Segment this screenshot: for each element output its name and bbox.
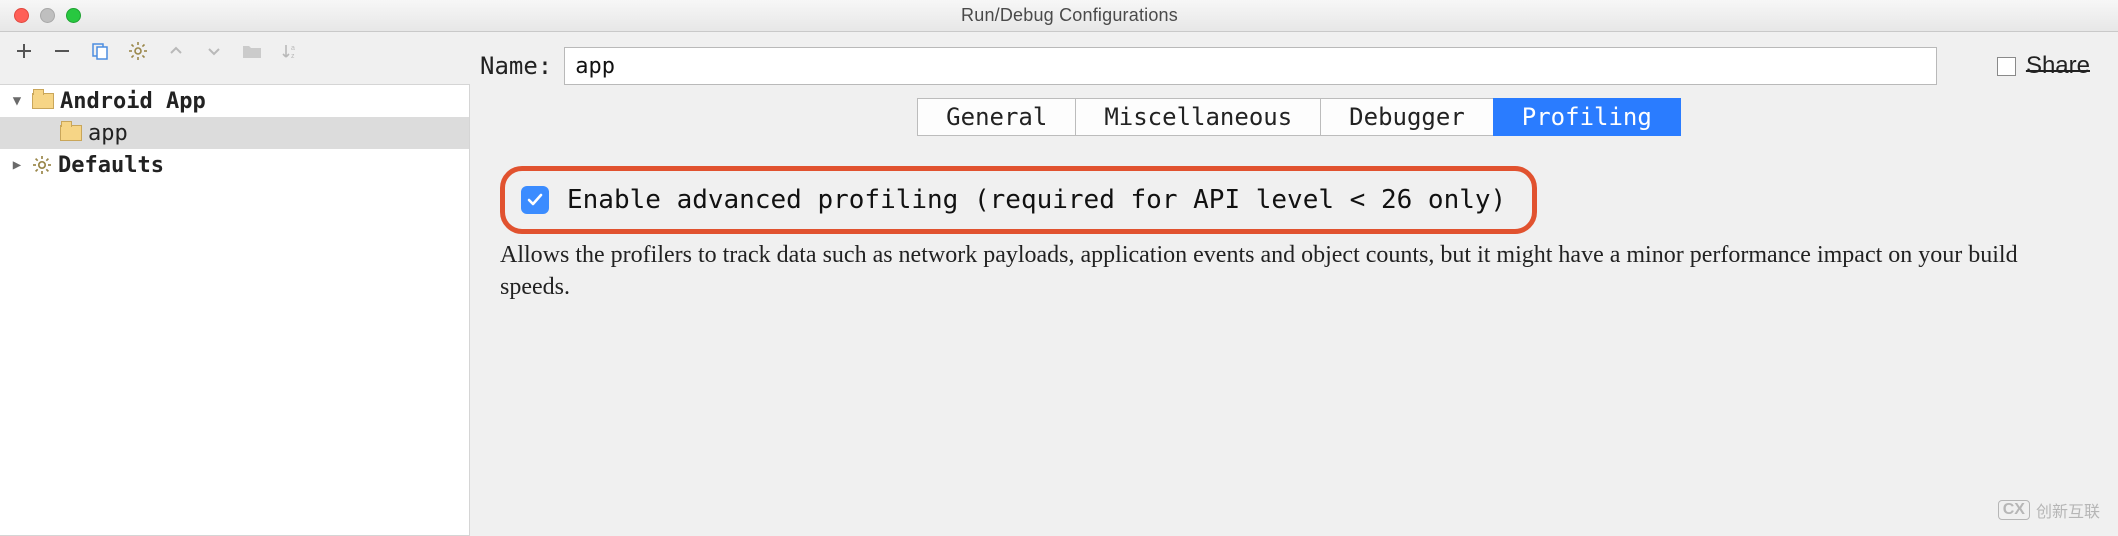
chevron-right-icon[interactable]: ▶	[8, 157, 26, 173]
up-button[interactable]	[164, 39, 188, 63]
minimize-icon[interactable]	[40, 8, 55, 23]
tree-item-label: Android App	[60, 89, 206, 114]
remove-button[interactable]	[50, 39, 74, 63]
svg-text:z: z	[291, 53, 295, 60]
tree-item-android-app[interactable]: ▼ Android App	[0, 85, 469, 117]
tab-label: Miscellaneous	[1104, 103, 1292, 131]
folder-icon	[32, 93, 54, 109]
profiling-description: Allows the profilers to track data such …	[500, 240, 2020, 303]
name-input[interactable]	[564, 47, 1937, 85]
watermark-badge: CX	[1998, 500, 2030, 520]
tab-debugger[interactable]: Debugger	[1320, 98, 1493, 136]
tab-general[interactable]: General	[917, 98, 1075, 136]
window-controls	[0, 8, 81, 23]
tree-item-defaults[interactable]: ▶ Defaults	[0, 149, 469, 181]
titlebar: Run/Debug Configurations	[0, 0, 2118, 32]
share-label: Share	[2026, 52, 2090, 80]
tab-label: Profiling	[1522, 103, 1652, 131]
down-button[interactable]	[202, 39, 226, 63]
watermark: CX 创新互联	[1998, 498, 2100, 522]
tab-profiling[interactable]: Profiling	[1493, 98, 1681, 136]
sort-button[interactable]: az	[278, 39, 302, 63]
enable-profiling-checkbox[interactable]	[521, 186, 549, 214]
tab-label: General	[946, 103, 1047, 131]
tab-label: Debugger	[1349, 103, 1465, 131]
copy-button[interactable]	[88, 39, 112, 63]
chevron-down-icon[interactable]: ▼	[8, 93, 26, 109]
settings-button[interactable]	[126, 39, 150, 63]
config-content: General Miscellaneous Debugger Profiling…	[470, 84, 2118, 536]
add-button[interactable]	[12, 39, 36, 63]
svg-text:a: a	[291, 45, 295, 52]
name-row: Name: Share	[480, 46, 2090, 86]
watermark-text: 创新互联	[2036, 498, 2100, 522]
folder-icon	[60, 125, 82, 141]
tab-miscellaneous[interactable]: Miscellaneous	[1075, 98, 1320, 136]
share-option[interactable]: Share	[1949, 52, 2090, 80]
check-icon	[526, 191, 544, 209]
tree-item-label: Defaults	[58, 153, 164, 178]
share-checkbox[interactable]	[1997, 57, 2016, 76]
folder-button[interactable]	[240, 39, 264, 63]
close-icon[interactable]	[14, 8, 29, 23]
config-tree[interactable]: ▼ Android App app ▶ Defaults	[0, 84, 470, 536]
tree-item-app[interactable]: app	[0, 117, 469, 149]
highlight-box: Enable advanced profiling (required for …	[500, 166, 1537, 234]
name-label: Name:	[480, 52, 552, 80]
tree-item-label: app	[88, 121, 128, 146]
config-tabs: General Miscellaneous Debugger Profiling	[500, 98, 2098, 136]
enable-profiling-label: Enable advanced profiling (required for …	[567, 185, 1506, 215]
gear-icon	[32, 155, 52, 175]
window-title: Run/Debug Configurations	[81, 5, 2118, 26]
maximize-icon[interactable]	[66, 8, 81, 23]
